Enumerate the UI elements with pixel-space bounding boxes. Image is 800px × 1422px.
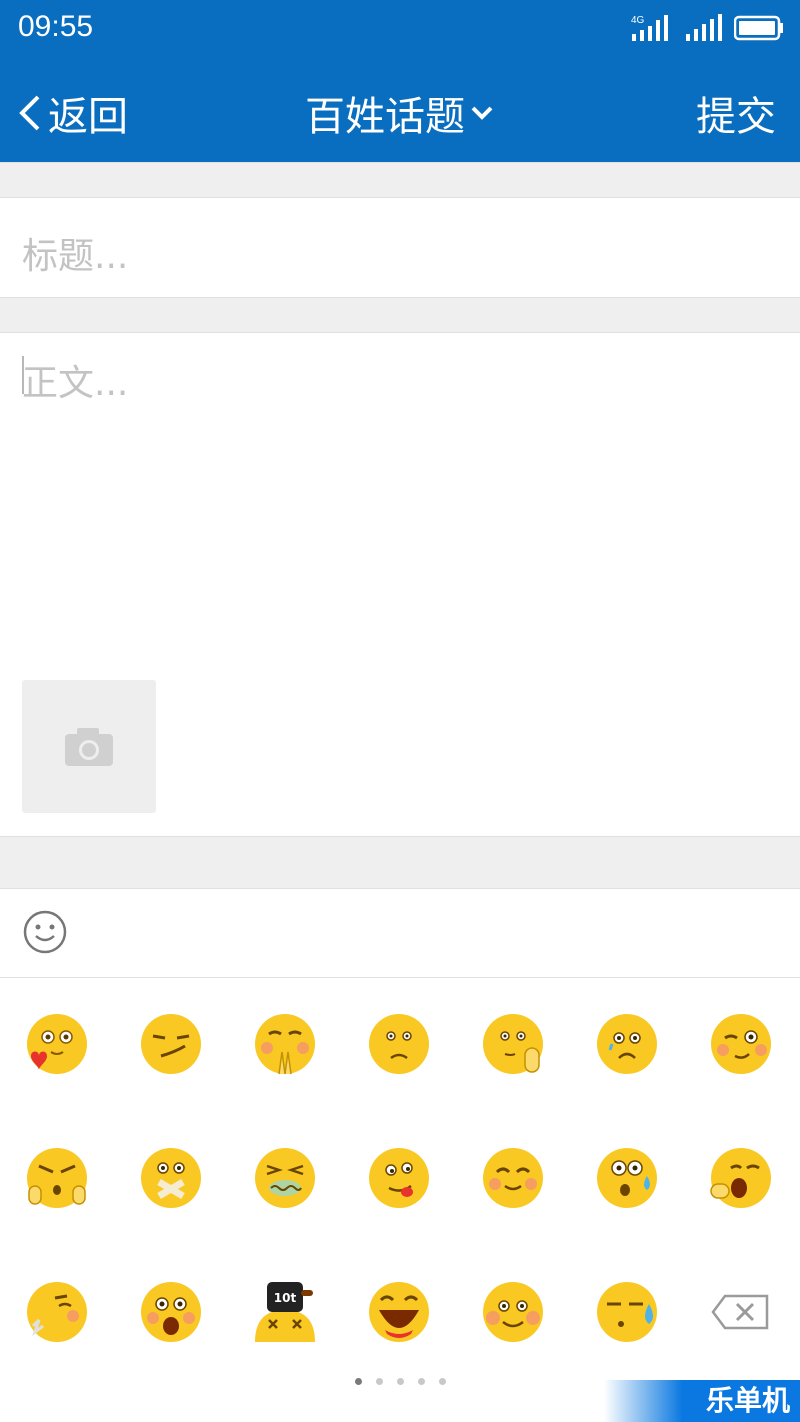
svg-text:4G: 4G — [631, 15, 645, 26]
emoji-toolbar — [0, 888, 800, 978]
camera-icon — [65, 727, 113, 766]
smile-face-icon[interactable] — [481, 1146, 545, 1210]
svg-text:10t: 10t — [274, 1291, 297, 1305]
smirk-face-icon[interactable] — [139, 1012, 203, 1076]
section-divider — [0, 836, 800, 889]
nav-bar: 返回 百姓话题 提交 — [0, 62, 800, 158]
heart-eyes-face-icon[interactable] — [25, 1012, 89, 1076]
submit-button[interactable]: 提交 — [696, 84, 776, 142]
sweat-surprised-face-icon[interactable] — [595, 1146, 659, 1210]
shocked-face-icon[interactable] — [139, 1280, 203, 1344]
section-divider — [0, 297, 800, 333]
topic-dropdown[interactable]: 百姓话题 — [0, 84, 800, 142]
tongue-out-face-icon[interactable] — [367, 1146, 431, 1210]
body-placeholder: 正文... — [22, 363, 129, 404]
emoji-grid: 10t — [0, 978, 800, 1378]
knocked-out-face-icon[interactable]: 10t — [253, 1280, 317, 1344]
watermark: 乐单机 — [604, 1380, 800, 1422]
sealed-mouth-face-icon[interactable] — [139, 1146, 203, 1210]
pray-face-icon[interactable] — [253, 1012, 317, 1076]
page-dot[interactable] — [417, 1378, 425, 1385]
page-dot[interactable] — [396, 1378, 404, 1385]
page-dot[interactable] — [375, 1378, 383, 1385]
text-caret — [22, 356, 24, 394]
puzzled-face-icon[interactable] — [367, 1012, 431, 1076]
blush-face-icon[interactable] — [481, 1280, 545, 1344]
chevron-down-icon — [471, 106, 493, 120]
dizzy-face-icon[interactable] — [253, 1146, 317, 1210]
laughing-face-icon[interactable] — [367, 1280, 431, 1344]
section-divider — [0, 162, 800, 198]
header: 09:55 4G 返回 百姓话题 提交 — [0, 0, 800, 162]
emoji-toggle-icon[interactable] — [22, 909, 68, 955]
backspace-key-icon[interactable] — [709, 1280, 773, 1344]
cellular-4g-icon: 4G — [631, 15, 668, 41]
thinking-face-icon[interactable] — [481, 1012, 545, 1076]
page-dot[interactable] — [354, 1378, 362, 1385]
angry-face-icon[interactable] — [25, 1146, 89, 1210]
sweat-face-icon[interactable] — [595, 1280, 659, 1344]
add-photo-button[interactable] — [22, 680, 156, 813]
title-input[interactable]: 标题... — [0, 197, 800, 297]
page-dot[interactable] — [438, 1378, 446, 1385]
title-placeholder: 标题... — [22, 236, 129, 277]
yawn-face-icon[interactable] — [709, 1146, 773, 1210]
battery-icon — [734, 15, 783, 41]
sad-face-icon[interactable] — [595, 1012, 659, 1076]
page-title: 百姓话题 — [305, 94, 465, 140]
wink-face-icon[interactable] — [709, 1012, 773, 1076]
signal-icon — [686, 14, 722, 41]
body-input[interactable]: 正文... — [0, 332, 800, 672]
kiss-face-icon[interactable] — [25, 1280, 89, 1344]
status-bar: 09:55 4G — [0, 0, 800, 56]
status-time: 09:55 — [18, 10, 94, 43]
